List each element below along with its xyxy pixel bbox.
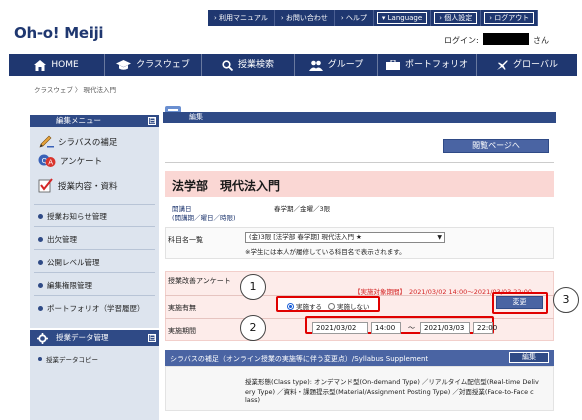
- nav-home[interactable]: HOME: [9, 54, 105, 76]
- end-time-input[interactable]: 22:00: [473, 322, 497, 334]
- checklist-icon: [38, 178, 53, 193]
- contact-link[interactable]: › お問い合わせ: [275, 10, 335, 26]
- logout-link[interactable]: › ログアウト: [481, 10, 539, 26]
- login-name-redacted: [483, 33, 529, 45]
- course-select[interactable]: (金)3限 [法学部 春学期] 現代法入門 ★ ▼: [245, 232, 445, 243]
- survey-label: 授業改善アンケート: [168, 277, 231, 285]
- bullet-icon: [38, 237, 43, 242]
- gear-icon: [37, 333, 48, 344]
- syllabus-heading: シラバスの補足（オンライン授業の実施等に伴う変更点）/Syllabus Supp…: [170, 355, 429, 363]
- pencil-icon: [39, 135, 54, 148]
- edit-button[interactable]: 編集: [509, 352, 549, 363]
- sidebar-divider: [34, 272, 155, 273]
- sidebar-menu: シラバスの補足 QA アンケート 授業内容・資料 授業お知らせ管理 出欠管理 公…: [30, 127, 159, 328]
- site-logo[interactable]: Oh-o! Meiji: [14, 24, 104, 42]
- main-nav: HOME クラスウェブ 授業検索 グループ ポートフォリオ グローバル: [9, 54, 577, 76]
- chevron-down-icon: ▼: [437, 234, 442, 241]
- sidebar-heading-data: 授業データ管理 ⊟: [30, 330, 159, 346]
- main-heading: 編集: [163, 112, 556, 123]
- sidebar-item-attendance[interactable]: 出欠管理: [38, 234, 77, 245]
- sidebar-item-syllabus[interactable]: シラバスの補足: [38, 135, 117, 149]
- graduation-cap-icon: [116, 59, 132, 70]
- settings-link[interactable]: › 個人設定: [431, 10, 482, 26]
- breadcrumb: クラスウェブ 〉 現代法入門: [34, 86, 117, 94]
- radio-selected-icon: [287, 302, 294, 310]
- sidebar-item-portfolio[interactable]: ポートフォリオ（学習履歴）: [38, 303, 145, 314]
- sidebar-item-data-copy[interactable]: 授業データコピー: [38, 354, 98, 364]
- bullet-icon: [38, 357, 42, 361]
- end-date-input[interactable]: 2021/03/03: [420, 322, 470, 334]
- sidebar-divider: [34, 204, 155, 205]
- course-note: ※学生には本人が履修している科目名で表示されます。: [245, 248, 406, 256]
- sidebar-divider: [34, 226, 155, 227]
- callout-2: 2: [240, 315, 266, 341]
- sidebar-divider: [34, 295, 155, 296]
- change-button[interactable]: 変更: [496, 296, 543, 309]
- nav-group[interactable]: グループ: [295, 54, 378, 76]
- nav-classweb[interactable]: クラスウェブ: [105, 54, 202, 76]
- sidebar-heading: 編集メニュー ⊟: [30, 115, 159, 127]
- schedule-value: 春学期／金曜／3限: [274, 205, 331, 213]
- bullet-icon: [38, 306, 43, 311]
- nav-global[interactable]: グローバル: [477, 54, 577, 76]
- svg-text:A: A: [48, 159, 53, 167]
- airplane-icon: [497, 60, 508, 70]
- login-suffix: さん: [533, 36, 549, 45]
- bullet-icon: [38, 283, 43, 288]
- syllabus-text-line3: lass): [245, 396, 261, 404]
- sidebar-divider: [34, 249, 155, 250]
- range-separator: 〜: [408, 324, 415, 332]
- top-links: › 利用マニュアル › お問い合わせ › ヘルプ ▾ Language › 個人…: [208, 10, 539, 26]
- sidebar-item-survey[interactable]: QA アンケート: [38, 154, 102, 168]
- start-time-input[interactable]: 14:00: [371, 322, 401, 334]
- help-link[interactable]: › ヘルプ: [335, 10, 374, 26]
- collapse-icon[interactable]: ⊟: [148, 334, 156, 342]
- callout-3: 3: [553, 287, 579, 313]
- search-icon: [222, 59, 233, 71]
- collapse-icon[interactable]: ⊟: [148, 117, 156, 125]
- radio-enable[interactable]: 実施する: [287, 301, 322, 311]
- callout-1: 1: [240, 274, 266, 300]
- radio-disable[interactable]: 実施しない: [328, 301, 370, 311]
- sidebar-item-permissions[interactable]: 編集権限管理: [38, 280, 92, 291]
- syllabus-text-line1: 授業形態(Class type): オンデマンド型(On-demand Type…: [245, 378, 539, 386]
- home-icon: [34, 59, 47, 71]
- portfolio-icon: [385, 60, 400, 70]
- radio-unselected-icon: [328, 302, 335, 310]
- divider: [165, 162, 554, 163]
- login-label: ログイン:: [444, 36, 479, 45]
- bullet-icon: [38, 260, 43, 265]
- enable-label: 実施有無: [168, 304, 196, 312]
- syllabus-text-line2: ery Type) ／資料・課題提示型(Material/Assignment …: [245, 388, 534, 396]
- view-page-button[interactable]: 閲覧ページへ: [443, 139, 549, 153]
- qa-icon: QA: [38, 154, 56, 167]
- schedule-sublabel: (開講期／曜日／時限): [172, 214, 236, 222]
- sidebar-data-menu: 授業データコピー: [30, 346, 159, 420]
- course-title: 法学部 現代法入門: [172, 179, 281, 193]
- period-label: 実施期間: [168, 327, 196, 335]
- start-date-input[interactable]: 2021/03/02: [312, 322, 368, 334]
- nav-portfolio[interactable]: ポートフォリオ: [378, 54, 477, 76]
- bullet-icon: [38, 214, 43, 219]
- course-label: 科目名一覧: [168, 236, 203, 244]
- sidebar-item-visibility[interactable]: 公開レベル管理: [38, 257, 100, 268]
- language-select[interactable]: ▾ Language: [374, 10, 432, 26]
- group-icon: [308, 60, 323, 71]
- nav-course-search[interactable]: 授業検索: [202, 54, 295, 76]
- sidebar-item-materials[interactable]: 授業内容・資料: [38, 178, 118, 193]
- manual-link[interactable]: › 利用マニュアル: [208, 10, 275, 26]
- sidebar-item-notices[interactable]: 授業お知らせ管理: [38, 211, 107, 222]
